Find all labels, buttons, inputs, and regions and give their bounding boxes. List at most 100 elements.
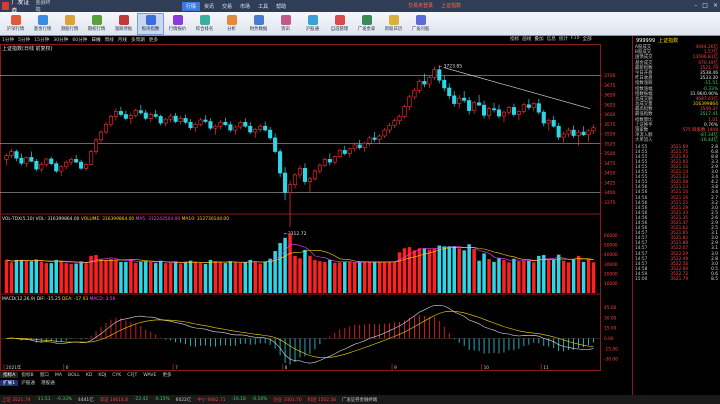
toolbar-button-4[interactable]: 涨跌停板	[110, 13, 137, 35]
indicator-tab-8[interactable]: CFJT	[124, 373, 140, 378]
macd-tick-label: 15.00	[604, 326, 617, 332]
indicator-tab-5[interactable]: KD	[83, 373, 96, 378]
toolbar-label: 财务数据	[249, 27, 268, 32]
chart-tool-0[interactable]: 指标	[510, 36, 519, 42]
toolbar-label: 综合排名	[195, 27, 214, 32]
period-tab-6[interactable]: 周线	[103, 37, 116, 43]
extension-tab-2[interactable]: 港股通	[38, 380, 58, 386]
toolbar-button-0[interactable]: 沪深行情	[2, 13, 29, 35]
chart-area[interactable]: 3700 3675 3650 3625 3600 3575 3550 3525 3500 3475…	[0, 44, 632, 371]
status-item-3: 4441亿	[78, 397, 94, 403]
title-right-0[interactable]: 交易未登录	[408, 2, 433, 9]
indicator-tab-3[interactable]: MA	[52, 373, 65, 378]
toolbar-button-9[interactable]: 财务数据	[245, 13, 272, 35]
candle-body	[402, 106, 407, 117]
chart-tool-6[interactable]: 全部	[583, 36, 592, 42]
period-tab-5[interactable]: 日线	[89, 37, 102, 43]
toolbar-button-2[interactable]: 港股行情	[56, 13, 83, 35]
indicator-tab-10[interactable]: 更多	[159, 372, 174, 378]
chart-tool-1[interactable]: 画线	[522, 36, 531, 42]
toolbar-button-12[interactable]: 自选管理	[326, 13, 353, 35]
price-tick-label: 3375	[604, 200, 616, 206]
toolbar-button-15[interactable]: 广发问股	[407, 13, 434, 35]
menu-item-3[interactable]: 市场	[236, 2, 254, 11]
indicator-tab-7[interactable]: CYK	[109, 373, 124, 378]
volume-bar	[109, 259, 113, 293]
toolbar-button-13[interactable]: 广发金拿	[353, 13, 380, 35]
period-tab-3[interactable]: 30分钟	[51, 37, 70, 43]
minimize-icon[interactable]: –	[694, 2, 697, 9]
indicator-tab-0[interactable]: 指标A	[0, 372, 19, 378]
menu-item-2[interactable]: 交易	[218, 2, 236, 11]
chart-tool-2[interactable]: 叠加	[534, 36, 543, 42]
toolbar-icon	[334, 15, 345, 25]
candle-body	[98, 131, 104, 141]
candle-body	[546, 120, 551, 124]
candle-body	[29, 157, 34, 162]
toolbar-button-7[interactable]: 综合排名	[191, 13, 218, 35]
candle-body	[407, 96, 412, 108]
indicator-tab-1[interactable]: 指标B	[18, 372, 36, 378]
maximize-icon[interactable]: □	[702, 2, 708, 9]
indicator-tab-4[interactable]: BOLL	[65, 373, 83, 378]
candle-body	[377, 135, 382, 140]
indicator-tab-6[interactable]: KDJ	[95, 373, 109, 378]
chart-tool-5[interactable]: F10	[571, 36, 580, 42]
period-tab-2[interactable]: 15分钟	[32, 37, 51, 43]
extension-tab-1[interactable]: 沪股通	[18, 380, 38, 386]
candle-body	[292, 174, 298, 185]
macd-value: MACD: 3.56	[90, 296, 116, 302]
volume-bar	[9, 262, 14, 293]
period-tab-1[interactable]: 5分钟	[16, 37, 32, 43]
candle-body	[178, 118, 183, 122]
menu-item-5[interactable]: 帮助	[272, 2, 290, 11]
period-tab-8[interactable]: 多周期	[129, 37, 147, 43]
volume-bar	[427, 249, 432, 293]
period-tab-7[interactable]: 月线	[116, 37, 129, 43]
toolbar-button-6[interactable]: 行情报价	[164, 13, 191, 35]
tick-price: 3521.79	[670, 277, 689, 282]
menu-item-0[interactable]: 行情	[182, 1, 201, 11]
volume-bar	[153, 263, 158, 293]
tick-row: 15:00 3521.79 8.5	[633, 277, 720, 282]
toolbar-button-8[interactable]: 分析	[218, 13, 245, 35]
period-tab-9[interactable]: 更多	[147, 37, 160, 43]
toolbar-button-11[interactable]: 沪股通	[299, 13, 326, 35]
toolbar-icon	[307, 15, 318, 25]
period-tab-0[interactable]: 1分钟	[0, 37, 16, 43]
volume-bar	[69, 263, 73, 293]
toolbar-button-3[interactable]: 期权行情	[83, 13, 110, 35]
toolbar-label: 涨跌停板	[114, 27, 133, 32]
indicator-tab-9[interactable]: WAVE	[140, 373, 159, 378]
period-tab-4[interactable]: 60分钟	[70, 37, 89, 43]
menu-item-1[interactable]: 资讯	[200, 2, 218, 11]
candle-body	[173, 115, 178, 122]
chart-tool-4[interactable]: 统计	[559, 36, 568, 42]
volume-bar	[173, 261, 178, 293]
volume-bar	[258, 263, 262, 293]
main-menu: 行情 资讯 交易 市场 工具 帮助	[182, 1, 290, 11]
candle-body	[327, 159, 332, 163]
close-icon[interactable]: ×	[713, 2, 718, 9]
toolbar-button-14[interactable]: 新股日历	[380, 13, 407, 35]
toolbar-label: 港股行情	[60, 27, 79, 32]
candle-body	[521, 104, 526, 112]
volume-bar	[49, 263, 54, 293]
title-right-1[interactable]: 上证指数	[441, 2, 461, 9]
volume-bar	[263, 261, 267, 293]
toolbar-button-5[interactable]: 板块指数	[137, 12, 164, 35]
chart-tool-3[interactable]: 信息	[547, 36, 556, 42]
menu-item-4[interactable]: 工具	[254, 2, 272, 11]
volume-bar	[203, 263, 208, 293]
macd-legend: MACD(12,26,9) DIF: -15.25 DEA: -17.03 MA…	[2, 296, 116, 302]
extension-tab-0[interactable]: 扩展1	[0, 380, 19, 386]
candle-body	[273, 137, 278, 152]
candle-body	[581, 131, 586, 136]
toolbar-button-10[interactable]: 资讯	[272, 13, 299, 35]
volume-bar	[163, 263, 168, 293]
toolbar-button-1[interactable]: 基金行情	[29, 13, 56, 35]
indicator-tab-2[interactable]: 窗口	[37, 372, 52, 378]
candle-body	[4, 155, 9, 160]
candle-body	[342, 150, 347, 154]
volume-bar	[288, 233, 292, 293]
